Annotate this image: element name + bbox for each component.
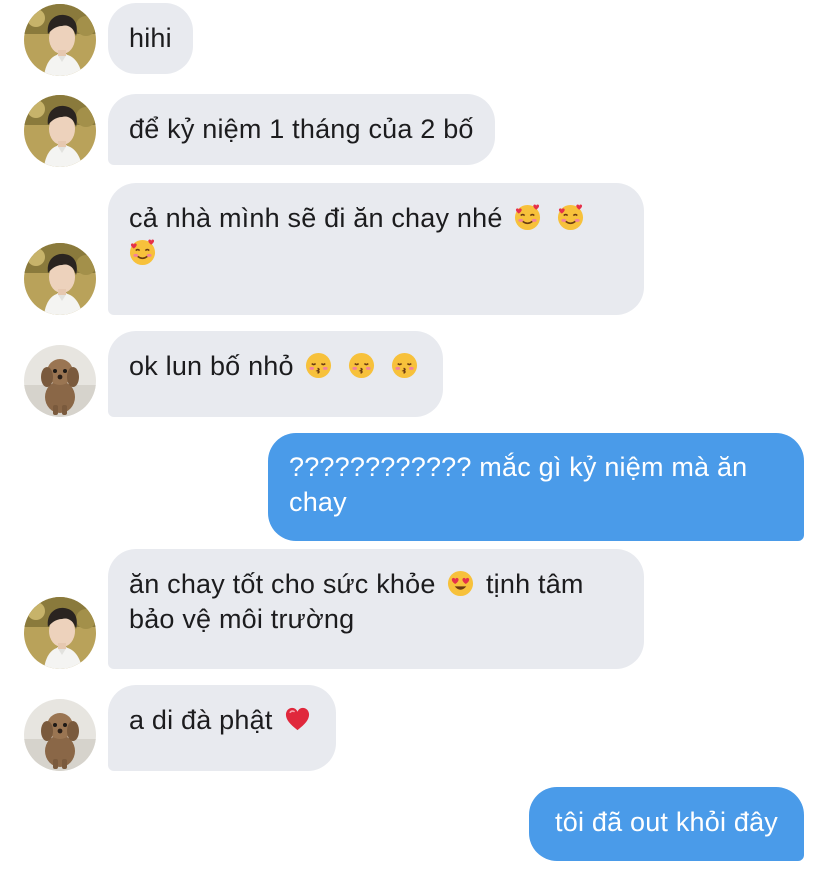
smiling-face-with-hearts-icon xyxy=(514,204,541,231)
smiling-face-with-hearts-icon xyxy=(129,239,156,266)
message-bubble-outgoing[interactable]: tôi đã out khỏi đây xyxy=(529,787,804,861)
kissing-face-icon xyxy=(391,352,418,379)
message-text-part: tịnh tâm xyxy=(485,569,584,599)
contact-avatar-dog[interactable] xyxy=(24,699,96,771)
message-text-part: ăn chay tốt cho sức khỏe xyxy=(129,569,436,599)
message-text: cả nhà mình sẽ đi ăn chay nhé xyxy=(129,203,503,233)
contact-avatar-boy[interactable] xyxy=(24,95,96,167)
kissing-face-icon xyxy=(305,352,332,379)
smiling-face-with-hearts-icon xyxy=(557,204,584,231)
kissing-face-icon xyxy=(348,352,375,379)
message-bubble-incoming[interactable]: ăn chay tốt cho sức khỏe tịnh tâm bảo vệ… xyxy=(108,549,644,669)
contact-avatar-dog[interactable] xyxy=(24,345,96,417)
message-text: để kỷ niệm 1 tháng của 2 bố xyxy=(129,114,474,144)
message-text-part: bảo vệ môi trường xyxy=(129,604,355,634)
message-bubble-incoming[interactable]: cả nhà mình sẽ đi ăn chay nhé xyxy=(108,183,644,315)
message-text: ok lun bố nhỏ xyxy=(129,351,294,381)
message-bubble-incoming[interactable]: ok lun bố nhỏ xyxy=(108,331,443,417)
heart-eyes-icon xyxy=(447,570,474,597)
contact-avatar-boy[interactable] xyxy=(24,243,96,315)
contact-avatar-boy[interactable] xyxy=(24,597,96,669)
chat-thread: hihi để kỷ niệm 1 tháng của 2 bố cả nhà … xyxy=(0,0,828,874)
message-bubble-outgoing[interactable]: ???????????? mắc gì kỷ niệm mà ăn chay xyxy=(268,433,804,541)
contact-avatar-boy[interactable] xyxy=(24,4,96,76)
message-text: hihi xyxy=(129,23,172,53)
message-text: a di đà phật xyxy=(129,705,273,735)
message-bubble-incoming[interactable]: a di đà phật xyxy=(108,685,337,771)
red-heart-icon xyxy=(284,706,311,733)
message-bubble-incoming[interactable]: để kỷ niệm 1 tháng của 2 bố xyxy=(108,94,495,165)
message-bubble-incoming[interactable]: hihi xyxy=(108,3,193,74)
message-text: ???????????? mắc gì kỷ niệm mà ăn chay xyxy=(289,452,748,517)
message-text: tôi đã out khỏi đây xyxy=(555,807,778,837)
